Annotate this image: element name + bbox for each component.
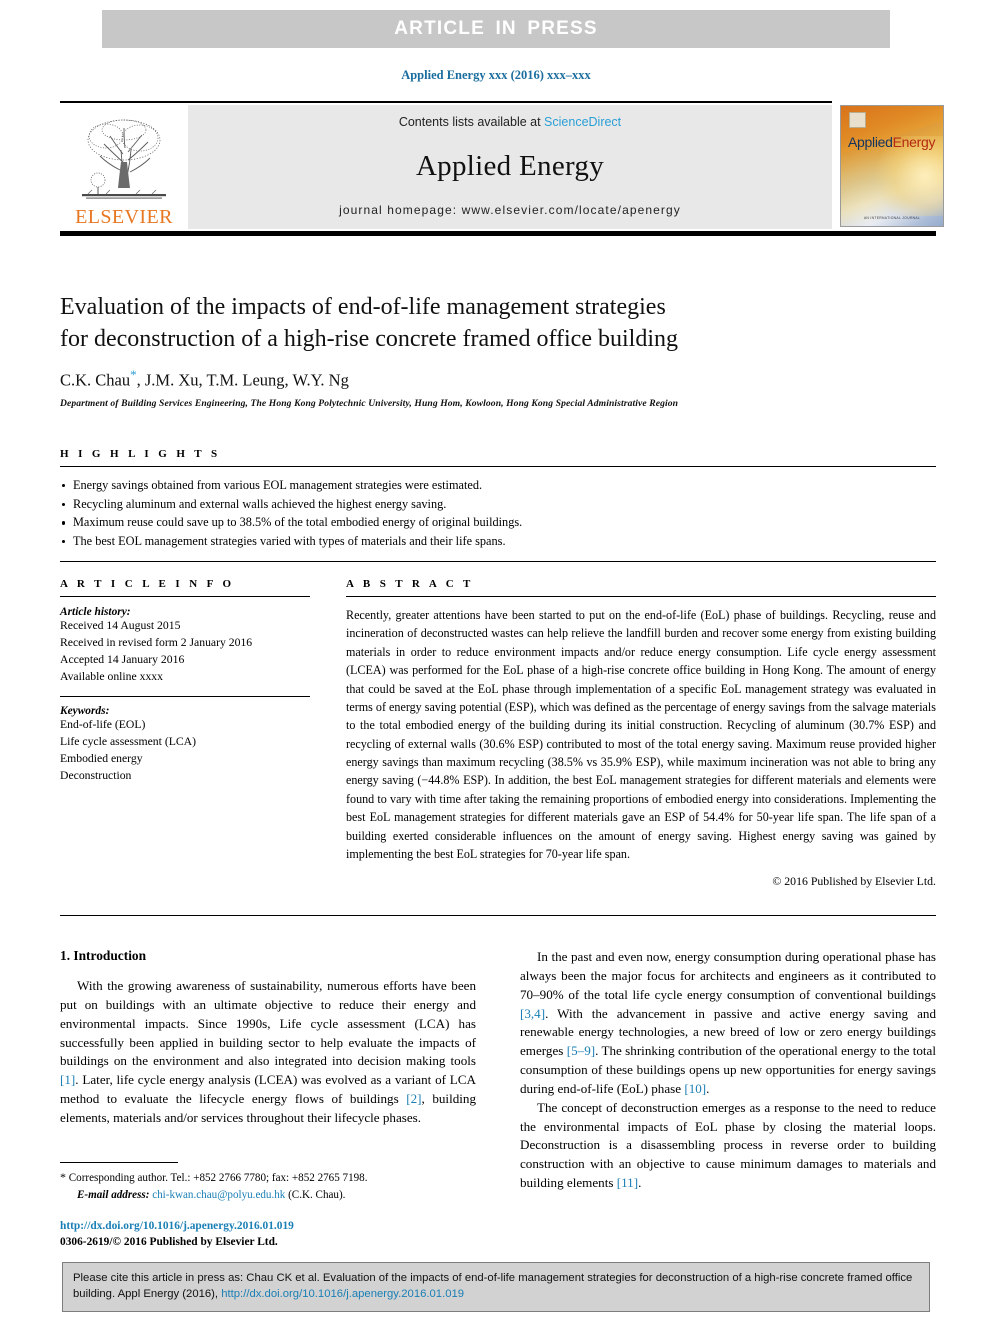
para-text-a: The concept of deconstruction emerges as…	[520, 1099, 936, 1191]
cover-footer-text: AN INTERNATIONAL JOURNAL	[863, 216, 921, 220]
highlights-top-rule	[60, 466, 936, 467]
paper-title-line-1: Evaluation of the impacts of end-of-life…	[60, 294, 666, 320]
paragraph-intro-left: With the growing awareness of sustainabi…	[60, 977, 476, 1128]
contents-lists-line: Contents lists available at ScienceDirec…	[399, 115, 621, 129]
article-in-press-banner: ARTICLE IN PRESS	[102, 10, 890, 48]
footnote-email-owner: (C.K. Chau).	[285, 1188, 346, 1201]
citation-ref-11[interactable]: [11]	[617, 1175, 638, 1190]
paragraph-intro-right-1: In the past and even now, energy consump…	[520, 948, 936, 1099]
abstract-label: A B S T R A C T	[346, 578, 474, 590]
journal-title: Applied Energy	[415, 149, 605, 182]
article-history-accepted: Accepted 14 January 2016	[60, 652, 185, 666]
section-heading-introduction: 1. Introduction	[60, 948, 147, 963]
abstract-text: Recently, greater attentions have been s…	[346, 608, 936, 861]
title-block: Evaluation of the impacts of end-of-life…	[60, 292, 936, 409]
keyword-item: Life cycle assessment (LCA)	[60, 735, 196, 749]
masthead-top-rule	[60, 101, 832, 103]
article-history-block: Article history: Received 14 August 2015…	[60, 606, 310, 685]
list-item: Energy savings obtained from various EOL…	[60, 476, 936, 495]
abstract-top-rule	[346, 596, 936, 597]
keywords-label: Keywords:	[60, 705, 110, 718]
keyword-item: Deconstruction	[60, 768, 132, 782]
elsevier-tree-icon	[82, 119, 166, 199]
doi-link[interactable]: http://dx.doi.org/10.1016/j.apenergy.201…	[60, 1219, 490, 1235]
article-info-mid-rule	[60, 696, 310, 698]
keyword-item: End-of-life (EOL)	[60, 718, 146, 732]
keyword-item: Embodied energy	[60, 752, 143, 766]
body-left-column: 1. Introduction With the growing awarene…	[60, 948, 476, 1193]
cover-title-energy: Energy	[892, 134, 936, 150]
cover-title-applied: Applied	[848, 134, 893, 150]
citation-ref-1[interactable]: [1]	[60, 1072, 75, 1087]
keywords-block: Keywords: End-of-life (EOL) Life cycle a…	[60, 705, 310, 784]
journal-cover-image: AppliedEnergy AN INTERNATIONAL JOURNAL	[840, 105, 944, 227]
elsevier-wordmark: ELSEVIER	[75, 206, 173, 228]
body-columns: 1. Introduction With the growing awarene…	[60, 948, 936, 1193]
article-info-top-rule	[60, 596, 310, 597]
highlights-label: H I G H L I G H T S	[60, 448, 221, 460]
footnote-email-line: E-mail address: chi-kwan.chau@polyu.edu.…	[60, 1187, 476, 1203]
sciencedirect-link[interactable]: ScienceDirect	[544, 115, 621, 129]
author-rest: , J.M. Xu, T.M. Leung, W.Y. Ng	[136, 370, 349, 390]
journal-homepage-line[interactable]: journal homepage: www.elsevier.com/locat…	[339, 203, 681, 217]
paragraph-intro-right-2: The concept of deconstruction emerges as…	[520, 1099, 936, 1193]
body-column-gap	[476, 948, 520, 1193]
para-text-d: .	[706, 1080, 710, 1096]
cite-text-body: Please cite this article in press as: Ch…	[73, 1272, 913, 1301]
affiliation: Department of Building Services Engineer…	[60, 397, 679, 409]
list-item: The best EOL management strategies varie…	[60, 532, 936, 551]
para-text-a: In the past and even now, energy consump…	[520, 949, 936, 1002]
highlights-list: Energy savings obtained from various EOL…	[60, 476, 936, 551]
cover-title: AppliedEnergy	[848, 134, 935, 150]
masthead-bottom-rule	[60, 231, 936, 236]
body-right-column: In the past and even now, energy consump…	[520, 948, 936, 1193]
author-list: C.K. Chau*, J.M. Xu, T.M. Leung, W.Y. Ng	[60, 367, 936, 391]
footnote-contact-line: * Corresponding author. Tel.: +852 2766 …	[60, 1169, 476, 1187]
para-text-b: .	[638, 1175, 642, 1191]
journal-running-head: Applied Energy xxx (2016) xxx–xxx	[401, 68, 591, 82]
abstract-copyright: © 2016 Published by Elsevier Ltd.	[772, 874, 936, 889]
citation-ref-2[interactable]: [2]	[406, 1091, 421, 1106]
article-history-received: Received 14 August 2015	[60, 619, 181, 632]
corresponding-author-footnote: * Corresponding author. Tel.: +852 2766 …	[60, 1162, 476, 1203]
masthead-center-panel: Contents lists available at ScienceDirec…	[188, 105, 832, 229]
article-info-label: A R T I C L E I N F O	[60, 578, 235, 590]
cite-text: Please cite this article in press as: Ch…	[73, 1270, 919, 1303]
citation-ref-5-9[interactable]: [5–9]	[567, 1043, 595, 1058]
abstract-section: A B S T R A C T Recently, greater attent…	[346, 578, 936, 889]
article-history-label: Article history:	[60, 606, 131, 618]
article-history-revised: Received in revised form 2 January 2016	[60, 635, 253, 649]
elsevier-logo: ELSEVIER	[60, 105, 188, 229]
footnote-email-label: E-mail address:	[77, 1188, 150, 1201]
abstract-bottom-rule	[60, 915, 936, 916]
please-cite-box: Please cite this article in press as: Ch…	[62, 1262, 930, 1312]
highlights-bottom-rule	[60, 560, 936, 562]
footnote-contact-text: Corresponding author. Tel.: +852 2766 77…	[66, 1172, 368, 1184]
author-first: C.K. Chau	[60, 370, 131, 390]
citation-ref-10[interactable]: [10]	[684, 1081, 706, 1096]
cite-doi-link[interactable]: http://dx.doi.org/10.1016/j.apenergy.201…	[221, 1288, 464, 1300]
footnote-email-link[interactable]: chi-kwan.chau@polyu.edu.hk	[152, 1189, 285, 1201]
list-item: Recycling aluminum and external walls ac…	[60, 495, 936, 514]
journal-masthead: ELSEVIER Contents lists available at Sci…	[60, 101, 944, 236]
article-info-section: A R T I C L E I N F O Article history: R…	[60, 578, 310, 889]
doi-issn-block: http://dx.doi.org/10.1016/j.apenergy.201…	[60, 1219, 490, 1251]
article-in-press-label: ARTICLE IN PRESS	[394, 18, 598, 39]
info-and-abstract: A R T I C L E I N F O Article history: R…	[60, 578, 936, 889]
journal-cover-thumbnail: AppliedEnergy AN INTERNATIONAL JOURNAL	[840, 105, 944, 229]
citation-ref-3-4[interactable]: [3,4]	[520, 1006, 545, 1021]
column-gap	[310, 578, 346, 889]
article-history-online: Available online xxxx	[60, 669, 163, 683]
cover-badge-icon	[849, 112, 866, 128]
paper-title-line-2: for deconstruction of a high-rise concre…	[60, 325, 678, 352]
issn-copyright-line: 0306-2619/© 2016 Published by Elsevier L…	[60, 1235, 278, 1248]
footnote-rule	[60, 1162, 178, 1163]
list-item: Maximum reuse could save up to 38.5% of …	[60, 513, 936, 532]
contents-prefix: Contents lists available at	[398, 115, 545, 129]
highlights-section: H I G H L I G H T S Energy savings obtai…	[60, 448, 936, 562]
page-title: Evaluation of the impacts of end-of-life…	[60, 292, 936, 355]
para-text-a: With the growing awareness of sustainabi…	[60, 978, 476, 1069]
